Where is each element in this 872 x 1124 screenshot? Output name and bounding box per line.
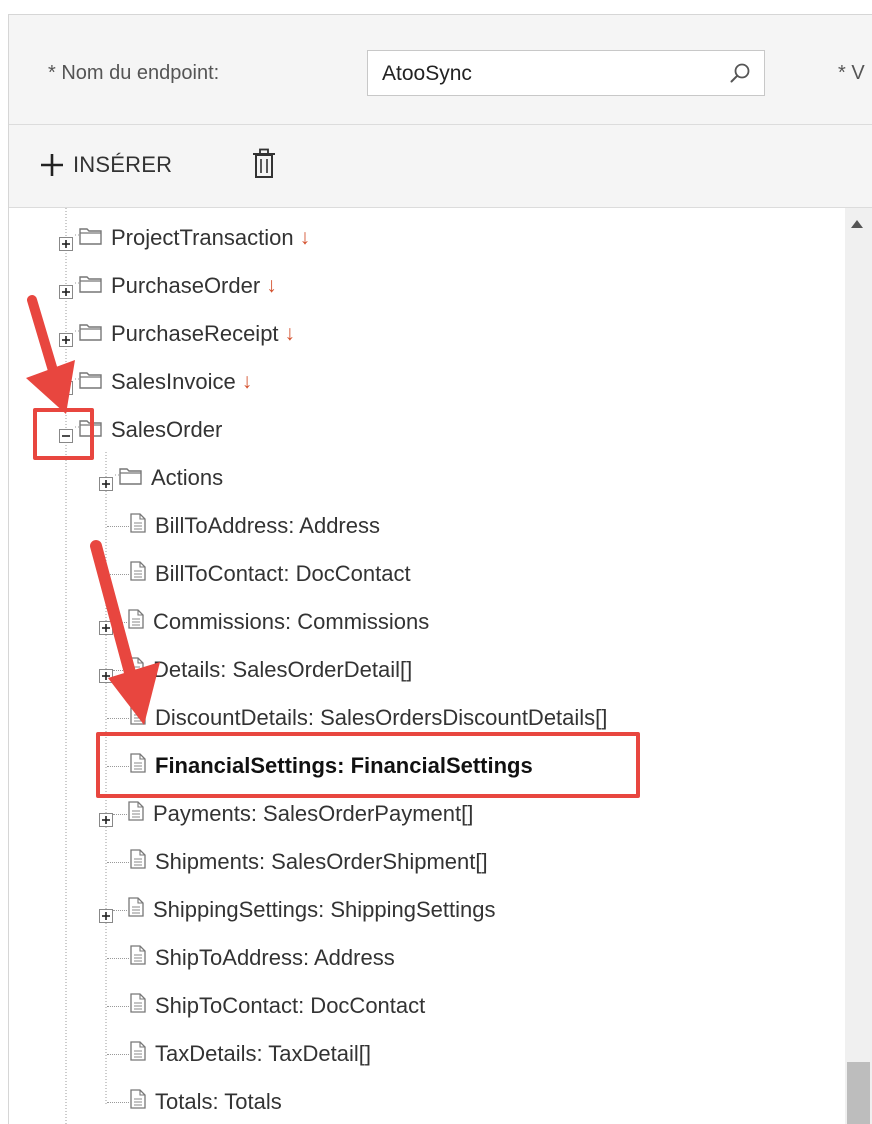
document-icon <box>129 705 147 731</box>
folder-icon <box>115 464 143 492</box>
tree-node-shipments[interactable]: Shipments: SalesOrderShipment[] <box>107 844 488 880</box>
endpoint-name-input[interactable]: AtooSync <box>367 50 765 96</box>
folder-icon <box>75 224 103 252</box>
tree-node-label: BillToContact: DocContact <box>155 561 411 586</box>
tree-node-commissions[interactable]: Commissions: Commissions <box>99 604 429 640</box>
tree-node-label: Payments: SalesOrderPayment[] <box>153 801 474 826</box>
search-icon[interactable] <box>728 61 752 85</box>
tree-node-shiptoaddress[interactable]: ShipToAddress: Address <box>107 940 395 976</box>
entity-tree: ProjectTransaction ↓ PurchaseOrder ↓ Pur… <box>9 208 845 1124</box>
endpoint-name-label: * Nom du endpoint: <box>48 62 220 84</box>
plus-icon <box>41 154 63 176</box>
tree-connector <box>107 957 129 959</box>
insert-button[interactable]: INSÉRER <box>39 147 172 183</box>
document-icon <box>129 561 147 587</box>
tree-connector <box>107 861 129 863</box>
tree-connector <box>113 813 127 815</box>
document-icon <box>129 945 147 971</box>
document-icon <box>129 1089 147 1115</box>
expand-icon[interactable] <box>59 231 73 251</box>
tree-node-details[interactable]: Details: SalesOrderDetail[] <box>99 652 412 688</box>
tree-connector <box>107 1005 129 1007</box>
tree-node-label: ShipToContact: DocContact <box>155 993 426 1018</box>
trash-icon[interactable] <box>249 147 279 183</box>
tree-connector <box>113 909 127 911</box>
version-label: * V <box>838 62 865 84</box>
document-icon <box>127 897 145 923</box>
tree-connector <box>107 1101 129 1103</box>
document-icon <box>127 609 145 635</box>
tree-connector <box>113 669 127 671</box>
tree-node-totals[interactable]: Totals: Totals <box>107 1084 282 1120</box>
tree-node-label: BillToAddress: Address <box>155 513 380 538</box>
tree-node-shiptocontact[interactable]: ShipToContact: DocContact <box>107 988 425 1024</box>
tree-node-label: PurchaseReceipt <box>111 321 279 346</box>
tree-node-discountdetails[interactable]: DiscountDetails: SalesOrdersDiscountDeta… <box>107 700 607 736</box>
expand-icon[interactable] <box>99 471 113 491</box>
sort-down-icon: ↓ <box>241 370 253 393</box>
sort-down-icon: ↓ <box>284 322 296 345</box>
tree-node-projecttransaction[interactable]: ProjectTransaction ↓ <box>59 220 310 256</box>
folder-icon <box>75 368 103 396</box>
tree-node-shippingsettings[interactable]: ShippingSettings: ShippingSettings <box>99 892 495 928</box>
tree-connector <box>107 525 129 527</box>
expand-icon[interactable] <box>99 807 113 827</box>
tree-node-actions[interactable]: Actions <box>99 460 223 496</box>
expand-icon[interactable] <box>59 327 73 347</box>
document-icon <box>129 513 147 539</box>
tree-node-label: ShippingSettings: ShippingSettings <box>153 897 496 922</box>
highlight-financialsettings <box>96 732 640 798</box>
tree-node-taxdetails[interactable]: TaxDetails: TaxDetail[] <box>107 1036 371 1072</box>
tree-node-label: ShipToAddress: Address <box>155 945 395 970</box>
scrollbar-thumb[interactable] <box>847 1062 870 1124</box>
highlight-collapse-toggle <box>33 408 94 460</box>
tree-node-billtocontact[interactable]: BillToContact: DocContact <box>107 556 411 592</box>
folder-icon <box>75 272 103 300</box>
tree-node-salesinvoice[interactable]: SalesInvoice ↓ <box>59 364 252 400</box>
insert-label: INSÉRER <box>73 152 173 177</box>
tree-node-label: SalesInvoice <box>111 369 236 394</box>
tree-node-payments[interactable]: Payments: SalesOrderPayment[] <box>99 796 473 832</box>
tree-connector <box>107 717 129 719</box>
expand-icon[interactable] <box>99 903 113 923</box>
tree-connector <box>107 1053 129 1055</box>
tree-node-label: DiscountDetails: SalesOrdersDiscountDeta… <box>155 705 608 730</box>
scroll-up-arrow-icon[interactable] <box>851 220 863 228</box>
sort-down-icon: ↓ <box>266 274 277 297</box>
tree-node-label: TaxDetails: TaxDetail[] <box>155 1041 372 1066</box>
tree-node-purchasereceipt[interactable]: PurchaseReceipt ↓ <box>59 316 295 352</box>
expand-icon[interactable] <box>99 615 113 635</box>
document-icon <box>129 1041 147 1067</box>
document-icon <box>129 849 147 875</box>
tree-node-label: Shipments: SalesOrderShipment[] <box>155 849 488 874</box>
document-icon <box>127 801 145 827</box>
document-icon <box>129 993 147 1019</box>
tree-node-label: ProjectTransaction <box>111 225 294 250</box>
vertical-scrollbar[interactable] <box>845 208 872 1124</box>
tree-connector <box>107 573 129 575</box>
toolbar: INSÉRER <box>9 125 872 208</box>
folder-icon <box>75 320 103 348</box>
tree-node-label: Details: SalesOrderDetail[] <box>153 657 413 682</box>
document-icon <box>127 657 145 683</box>
tree-node-billtoaddress[interactable]: BillToAddress: Address <box>107 508 380 544</box>
endpoint-name-value: AtooSync <box>382 62 472 85</box>
tree-node-label: Totals: Totals <box>155 1089 282 1114</box>
expand-icon[interactable] <box>99 663 113 683</box>
tree-node-label: SalesOrder <box>111 417 223 442</box>
tree-node-purchaseorder[interactable]: PurchaseOrder ↓ <box>59 268 277 304</box>
expand-icon[interactable] <box>59 375 73 395</box>
sort-down-icon: ↓ <box>299 226 311 249</box>
tree-node-label: Commissions: Commissions <box>153 609 430 634</box>
expand-icon[interactable] <box>59 279 73 299</box>
tree-connector <box>113 621 127 623</box>
tree-node-label: Actions <box>151 465 224 490</box>
tree-node-label: PurchaseOrder <box>111 273 261 298</box>
